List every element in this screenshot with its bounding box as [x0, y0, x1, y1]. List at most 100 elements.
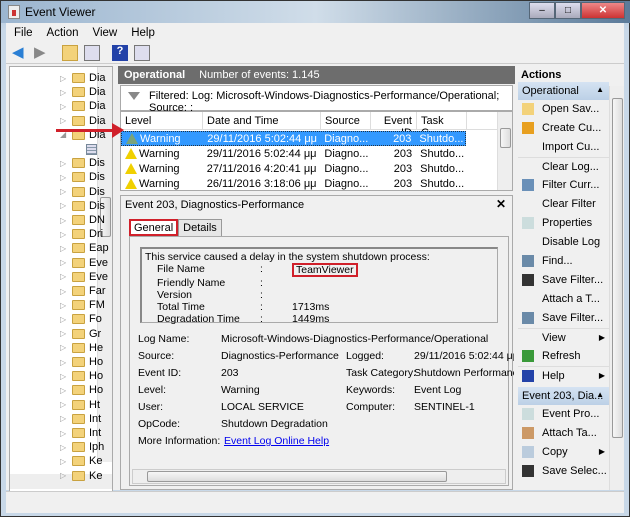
actions-section-operational[interactable]: Operational — [518, 82, 609, 100]
actions-section-event[interactable]: Event 203, Dia... — [518, 387, 609, 405]
tree-item[interactable]: ▷ Fo — [60, 312, 102, 326]
event-list-scrollbar[interactable] — [497, 112, 512, 190]
tree-item[interactable]: ▷ Eap — [60, 241, 109, 255]
expand-icon[interactable]: ▷ — [60, 102, 68, 111]
tree-item[interactable]: ▷ Iph — [60, 440, 104, 454]
expand-icon[interactable]: ▷ — [60, 287, 68, 296]
tab-details[interactable]: Details — [178, 219, 222, 236]
event-row[interactable]: Warning 29/11/2016 5:02:44 μμ Diagno... 203… — [121, 146, 466, 161]
action-find[interactable]: Find... — [518, 252, 609, 271]
expand-icon[interactable]: ▷ — [60, 230, 68, 239]
expand-icon[interactable]: ▷ — [60, 358, 68, 367]
action-attach-a-t[interactable]: Attach a T... — [518, 290, 609, 309]
action-clear-log[interactable]: Clear Log... — [518, 157, 609, 176]
action-refresh[interactable]: Refresh — [518, 347, 609, 366]
action-clear-filter[interactable]: Clear Filter — [518, 195, 609, 214]
menu-file[interactable]: File — [14, 27, 33, 39]
tree-item[interactable]: ▷ DN — [60, 213, 105, 227]
tree-item[interactable]: ▷ Dis — [60, 199, 105, 213]
column-date-time[interactable]: Date and Time — [203, 112, 321, 129]
expand-icon[interactable]: ▷ — [60, 244, 68, 253]
menu-help[interactable]: Help — [131, 27, 155, 39]
action-save-filter[interactable]: Save Filter... — [518, 309, 609, 328]
detail-horizontal-scrollbar[interactable] — [132, 469, 506, 484]
expand-icon[interactable]: ▷ — [60, 329, 68, 338]
show-hide-action-pane-icon[interactable] — [134, 44, 150, 61]
column-event-id[interactable]: Event ID — [371, 112, 417, 139]
tree-item[interactable]: ▷ Ho — [60, 383, 103, 397]
action-save-selec[interactable]: Save Selec... — [518, 462, 609, 481]
expand-icon[interactable]: ▷ — [60, 372, 68, 381]
action-create-cu[interactable]: Create Cu... — [518, 119, 609, 138]
expand-icon[interactable]: ▷ — [60, 74, 68, 83]
action-copy[interactable]: Copy ▶ — [518, 443, 609, 462]
close-button[interactable]: ✕ — [581, 2, 625, 19]
tree-item[interactable]: ▷ Dia — [60, 71, 106, 85]
maximize-button[interactable]: □ — [555, 2, 581, 19]
event-row[interactable]: Warning 26/11/2016 3:18:06 μμ Diagno... 203… — [121, 176, 466, 190]
expand-icon[interactable]: ▷ — [60, 471, 68, 480]
tree-item[interactable]: ▷ Dis — [60, 170, 105, 184]
actions-scrollbar[interactable] — [609, 86, 624, 490]
expand-icon[interactable]: ▷ — [60, 187, 68, 196]
tree-item[interactable]: ▷ Dia — [60, 114, 106, 128]
action-properties[interactable]: Properties — [518, 214, 609, 233]
column-source[interactable]: Source — [321, 112, 371, 129]
action-import-cu[interactable]: Import Cu... — [518, 138, 609, 157]
tree-item[interactable]: ▷ Ke — [60, 469, 102, 483]
tree-item[interactable]: ▷ Far — [60, 284, 106, 298]
expand-icon[interactable]: ▷ — [60, 258, 68, 267]
back-icon[interactable]: ◀ — [12, 44, 28, 61]
action-disable-log[interactable]: Disable Log — [518, 233, 609, 252]
up-folder-icon[interactable] — [62, 44, 78, 61]
expand-icon[interactable]: ▷ — [60, 429, 68, 438]
action-view[interactable]: View ▶ — [518, 328, 609, 347]
tree-item[interactable]: ▷ Int — [60, 412, 101, 426]
show-hide-tree-icon[interactable] — [84, 44, 100, 61]
tree-item[interactable]: ▷ Gr — [60, 327, 101, 341]
help-icon[interactable]: ? — [112, 44, 128, 61]
expand-icon[interactable]: ▷ — [60, 400, 68, 409]
menu-action[interactable]: Action — [47, 27, 79, 39]
tree-item[interactable] — [86, 142, 97, 156]
tree-item[interactable]: ▷ Ht — [60, 398, 100, 412]
expand-icon[interactable]: ▷ — [60, 272, 68, 281]
close-detail-icon[interactable]: ✕ — [496, 197, 506, 211]
forward-icon[interactable]: ▶ — [34, 44, 50, 61]
expand-icon[interactable]: ▷ — [60, 216, 68, 225]
tree-item[interactable]: ▷ He — [60, 341, 103, 355]
minimize-button[interactable]: – — [529, 2, 555, 19]
action-attach-ta[interactable]: Attach Ta... — [518, 424, 609, 443]
expand-icon[interactable]: ▷ — [60, 301, 68, 310]
tree-item[interactable]: ▷ Eve — [60, 270, 108, 284]
action-save-filter[interactable]: Save Filter... — [518, 271, 609, 290]
tree-item[interactable]: ▷ Ho — [60, 355, 103, 369]
action-filter-curr[interactable]: Filter Curr... — [518, 176, 609, 195]
menu-view[interactable]: View — [93, 27, 118, 39]
tree-item[interactable]: ▷ Dia — [60, 99, 106, 113]
expand-icon[interactable]: ▷ — [60, 201, 68, 210]
column-task-category[interactable]: Task C... — [417, 112, 467, 139]
tree-item[interactable]: ▷ Dia — [60, 85, 106, 99]
event-row[interactable]: Warning 29/11/2016 5:02:44 μμ Diagno... 203… — [121, 131, 466, 146]
expand-icon[interactable]: ▷ — [60, 173, 68, 182]
expand-icon[interactable]: ▷ — [60, 443, 68, 452]
tree-item[interactable]: ▷ Dri — [60, 227, 103, 241]
expand-icon[interactable]: ▷ — [60, 88, 68, 97]
tree-item[interactable]: ▷ Int — [60, 426, 101, 440]
expand-icon[interactable]: ▷ — [60, 159, 68, 168]
event-log-online-help-link[interactable]: Event Log Online Help — [224, 435, 329, 447]
expand-icon[interactable]: ▷ — [60, 457, 68, 466]
expand-icon[interactable]: ▷ — [60, 414, 68, 423]
column-level[interactable]: Level — [121, 112, 203, 129]
tree-item[interactable]: ▷ Eve — [60, 256, 108, 270]
tree-item[interactable]: ▷ Dis — [60, 156, 105, 170]
tab-general[interactable]: General — [129, 219, 179, 236]
tree-item[interactable]: ▷ Ho — [60, 369, 103, 383]
expand-icon[interactable]: ▷ — [60, 386, 68, 395]
action-event-pro[interactable]: Event Pro... — [518, 405, 609, 424]
expand-icon[interactable]: ▷ — [60, 315, 68, 324]
expand-icon[interactable]: ▷ — [60, 116, 68, 125]
action-help[interactable]: Help ▶ — [518, 366, 609, 385]
tree-item[interactable]: ▷ Ke — [60, 454, 102, 468]
